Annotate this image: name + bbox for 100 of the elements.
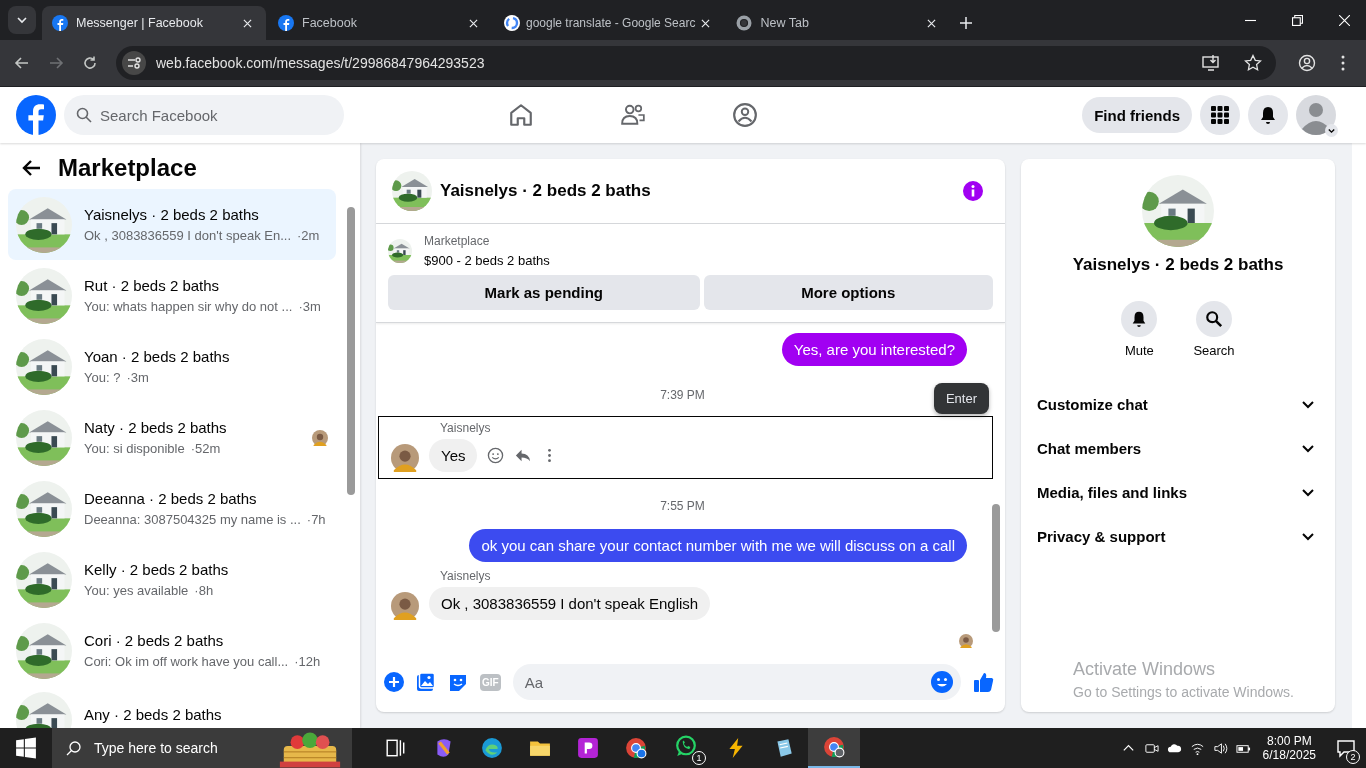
message-preview: Deeanna: 3087504325 my name is ... xyxy=(84,512,301,527)
message-preview: You: whats happen sir why do not ... xyxy=(84,299,293,314)
conversation-item[interactable]: Deeanna · 2 beds 2 baths Deeanna: 3087504325 my name is ... ·7h xyxy=(8,473,336,544)
notifications-button[interactable] xyxy=(1248,95,1288,135)
tab-title: New Tab xyxy=(760,16,810,30)
tab-search-button[interactable] xyxy=(8,6,36,34)
star-icon[interactable] xyxy=(1244,54,1262,72)
section-header[interactable]: Chat members xyxy=(1037,426,1319,470)
plus-icon[interactable] xyxy=(384,672,404,692)
mute-button[interactable] xyxy=(1121,301,1158,337)
chrome-icon[interactable] xyxy=(823,736,845,758)
listing-action-button[interactable]: More options xyxy=(703,275,993,310)
speaker-icon[interactable] xyxy=(1212,740,1228,756)
restore-icon[interactable] xyxy=(1292,14,1303,26)
conversation-name: Deeanna · 2 beds 2 baths xyxy=(84,490,258,507)
browser-tab[interactable]: Facebook xyxy=(268,6,492,40)
new-tab-icon[interactable] xyxy=(960,17,973,29)
message-preview: You: ? xyxy=(84,370,121,385)
close-icon[interactable] xyxy=(927,18,937,28)
chrome-profile-icon[interactable] xyxy=(625,737,647,759)
sticker-icon[interactable] xyxy=(448,672,468,692)
conversation-item[interactable]: Yaisnelys · 2 beds 2 baths Ok , 3083836559 I don't speak En... ·2m xyxy=(8,189,336,260)
activation-hint: Go to Settings to activate Windows. xyxy=(1073,684,1295,700)
back-arrow-icon[interactable] xyxy=(22,158,42,178)
clock[interactable]: 8:00 PM 6/18/2025 xyxy=(1262,734,1316,762)
browser-tab[interactable]: New Tab xyxy=(726,6,951,40)
taskbar-search-field[interactable]: Type here to search xyxy=(52,728,352,768)
chevron-down-icon xyxy=(1325,124,1338,137)
emoji-icon[interactable] xyxy=(931,671,953,693)
listing-label: Marketplace xyxy=(424,234,491,248)
person-silhouette-icon xyxy=(1296,95,1336,135)
close-icon[interactable] xyxy=(243,18,252,28)
sent-message[interactable]: Yes, are you interested? xyxy=(781,333,967,366)
tab-title: Messenger | Facebook xyxy=(76,16,204,30)
search-field[interactable]: Search Facebook xyxy=(64,95,344,135)
notifications-button[interactable]: 2 xyxy=(1326,728,1366,768)
conversation-name: Cori · 2 beds 2 baths xyxy=(84,632,225,649)
thumbs-up-icon[interactable] xyxy=(973,671,995,693)
install-app-icon[interactable] xyxy=(1202,54,1220,72)
browser-tab[interactable]: Messenger | Facebook xyxy=(42,6,266,40)
app-icon[interactable] xyxy=(577,737,599,759)
message-preview: Cori: Ok im off work have you call... xyxy=(84,654,289,669)
account-avatar[interactable] xyxy=(1296,95,1336,135)
received-message[interactable]: Ok , 3083836559 I don't speak English xyxy=(429,587,711,620)
chat-title: Yaisnelys · 2 beds 2 baths xyxy=(440,181,651,201)
conversation-item[interactable]: Naty · 2 beds 2 baths You: si disponible ·52m xyxy=(8,402,336,473)
conversation-name: Yoan · 2 beds 2 baths xyxy=(84,348,231,365)
message-preview: You: si disponible xyxy=(84,441,185,456)
message-preview: You: yes available xyxy=(84,583,189,598)
conversation-item[interactable]: Rut · 2 beds 2 baths You: whats happen sir why do not ... ·3m xyxy=(8,260,336,331)
reload-icon[interactable] xyxy=(82,55,98,71)
message-preview: Ok , 3083836559 I don't speak En... xyxy=(84,228,292,243)
listing-title: $900 - 2 beds 2 baths xyxy=(424,253,550,268)
windows-start-icon[interactable] xyxy=(15,737,37,759)
find-friends-button[interactable]: Find friends xyxy=(1082,97,1192,133)
reply-icon[interactable] xyxy=(514,447,532,464)
section-header[interactable]: Privacy & support xyxy=(1037,514,1319,558)
menu-button[interactable] xyxy=(1200,95,1240,135)
close-icon[interactable] xyxy=(701,18,711,28)
info-icon[interactable] xyxy=(963,181,983,201)
home-icon[interactable] xyxy=(508,102,535,128)
friends-icon[interactable] xyxy=(620,102,647,128)
activation-notice: Activate Windows xyxy=(1073,659,1217,680)
scrollbar[interactable] xyxy=(1352,143,1366,728)
facebook-logo-icon xyxy=(52,15,68,31)
profile-icon[interactable] xyxy=(1298,54,1316,72)
sender-name: Yaisnelys xyxy=(439,421,492,435)
message-time: ·52m xyxy=(190,441,221,456)
facebook-logo-icon[interactable] xyxy=(16,95,56,135)
received-message[interactable]: Yes xyxy=(429,439,478,472)
chat-bubble-icon[interactable] xyxy=(675,735,697,757)
section-header[interactable]: Media, files and links xyxy=(1037,470,1319,514)
task-view-icon[interactable] xyxy=(385,737,407,759)
chevron-down-icon xyxy=(16,14,28,26)
message-time: ·2m xyxy=(297,228,320,243)
sent-message[interactable]: ok you can share your contact number with me we will discuss on a call xyxy=(469,529,967,562)
groups-icon[interactable] xyxy=(732,102,759,128)
close-icon[interactable] xyxy=(469,18,478,28)
browser-tab[interactable]: google translate - Google Searc xyxy=(494,6,725,40)
message-time: ·3m xyxy=(126,370,149,385)
forward-arrow-icon[interactable] xyxy=(48,55,64,71)
image-icon[interactable] xyxy=(416,672,436,692)
conversation-item[interactable]: Kelly · 2 beds 2 baths You: yes available ·8h xyxy=(8,544,336,615)
conversation-title: Yaisnelys · 2 beds 2 baths xyxy=(1071,255,1285,275)
listing-action-button[interactable]: Mark as pending xyxy=(388,275,700,310)
notification-badge: 2 xyxy=(1346,750,1360,764)
bell-icon xyxy=(1258,105,1278,125)
conversation-item[interactable]: Cori · 2 beds 2 baths Cori: Ok im off work have you call... ·12h xyxy=(8,615,336,686)
smiley-icon[interactable] xyxy=(487,447,505,464)
tab-title: google translate - Google Searc xyxy=(526,16,696,30)
conversation-item[interactable]: Yoan · 2 beds 2 baths You: ? ·3m xyxy=(8,331,336,402)
back-arrow-icon[interactable] xyxy=(14,55,30,71)
site-settings-icon[interactable] xyxy=(122,51,146,75)
message-input[interactable]: Aa xyxy=(512,664,961,700)
section-header[interactable]: Customize chat xyxy=(1037,382,1319,426)
search-icon xyxy=(66,740,82,756)
notification-badge: 1 xyxy=(692,751,706,765)
search-button[interactable] xyxy=(1196,301,1232,337)
edge-browser-icon[interactable] xyxy=(481,737,503,759)
address-field[interactable]: web.facebook.com/messages/t/29986847964293523 xyxy=(116,46,1276,80)
